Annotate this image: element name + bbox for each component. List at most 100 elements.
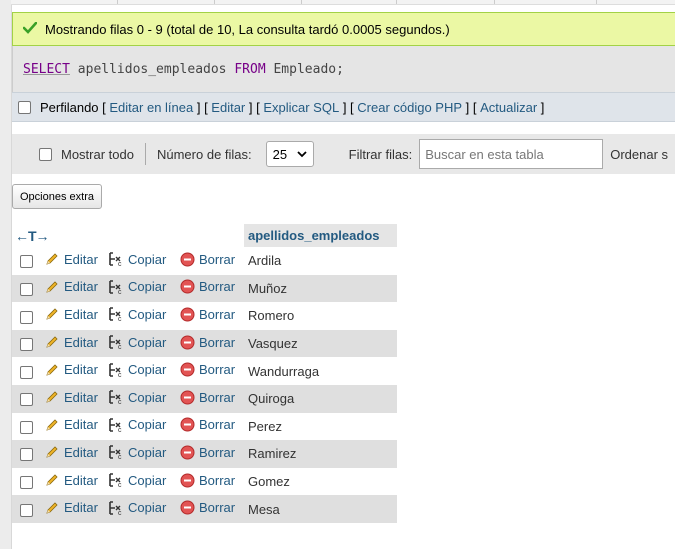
row-checkbox[interactable] (19, 310, 33, 324)
row-checkbox[interactable] (19, 476, 33, 490)
edit-cell: Editar (44, 384, 108, 413)
edit-action[interactable]: Editar (44, 306, 98, 322)
bottom-actions (12, 538, 675, 549)
edit-action[interactable]: Editar (44, 251, 98, 267)
profiling-checkbox[interactable] (18, 100, 31, 114)
cell-apellidos[interactable]: Gomez (244, 467, 397, 496)
edit-action[interactable]: Editar (44, 500, 98, 516)
success-message: Mostrando filas 0 - 9 (total de 10, La c… (12, 12, 675, 46)
edit-action[interactable]: Editar (44, 472, 98, 488)
row-checkbox[interactable] (19, 365, 33, 379)
copy-action[interactable]: c Copiar (108, 389, 166, 405)
delete-action[interactable]: Borrar (180, 307, 235, 322)
cell-apellidos[interactable]: Ardila (244, 247, 397, 275)
copy-action[interactable]: c Copiar (108, 500, 166, 516)
delete-cell: Borrar (180, 357, 244, 385)
cell-apellidos[interactable]: Wandurraga (244, 357, 397, 385)
edit-action[interactable]: Editar (44, 334, 98, 350)
copy-action[interactable]: c Copiar (108, 444, 166, 460)
row-select-cell (12, 495, 44, 523)
create-php-link[interactable]: Crear código PHP (357, 100, 462, 115)
edit-cell: Editar (44, 412, 108, 441)
row-checkbox[interactable] (19, 338, 33, 352)
copy-action[interactable]: c Copiar (108, 306, 166, 322)
copy-action[interactable]: c Copiar (108, 472, 166, 488)
copy-cell: c Copiar (108, 247, 180, 275)
copy-action[interactable]: c Copiar (108, 334, 166, 350)
extra-options-button[interactable]: Opciones extra (12, 184, 102, 209)
delete-action[interactable]: Borrar (180, 390, 235, 405)
edit-label: Editar (64, 362, 98, 378)
edit-action[interactable]: Editar (44, 417, 98, 433)
delete-action[interactable]: Borrar (180, 417, 235, 432)
copy-action[interactable]: c Copiar (108, 279, 166, 295)
edit-link[interactable]: Editar (211, 100, 245, 115)
cell-apellidos[interactable]: Vasquez (244, 329, 397, 358)
chevron-down-icon (297, 150, 307, 157)
pencil-icon (46, 502, 58, 514)
svg-text:c: c (118, 261, 122, 267)
delete-cell: Borrar (180, 384, 244, 413)
row-checkbox[interactable] (19, 503, 33, 517)
check-icon (22, 21, 41, 37)
edit-action[interactable]: Editar (44, 279, 98, 295)
edit-label: Editar (64, 251, 98, 267)
copy-label: Copiar (128, 251, 167, 267)
inline-edit-link[interactable]: Editar en línea (109, 100, 193, 115)
delete-action[interactable]: Borrar (180, 445, 235, 460)
edit-label: Editar (64, 306, 98, 322)
sql-keyword-from: FROM (234, 61, 266, 77)
edit-action[interactable]: Editar (44, 362, 98, 378)
table-row: Editar c Copiar Borrar Wandurraga (12, 357, 397, 385)
column-arrows-cell: ←T→ (12, 224, 244, 247)
delete-action[interactable]: Borrar (180, 473, 235, 488)
cell-apellidos[interactable]: Quiroga (244, 384, 397, 413)
refresh-link[interactable]: Actualizar (480, 100, 537, 115)
filter-search-input[interactable]: Buscar en esta tabla (419, 139, 604, 169)
delete-action[interactable]: Borrar (180, 335, 235, 350)
cell-apellidos[interactable]: Romero (244, 302, 397, 330)
copy-action[interactable]: c Copiar (108, 362, 166, 378)
explain-sql-link[interactable]: Explicar SQL (263, 100, 339, 115)
column-header-apellidos[interactable]: apellidos_empleados (244, 224, 397, 247)
delete-cell: Borrar (180, 247, 244, 275)
copy-action[interactable]: c Copiar (108, 417, 166, 433)
delete-cell: Borrar (180, 274, 244, 303)
row-checkbox[interactable] (19, 393, 33, 407)
delete-action[interactable]: Borrar (180, 362, 235, 377)
delete-label: Borrar (199, 306, 236, 322)
edit-label: Editar (64, 500, 98, 516)
edit-action[interactable]: Editar (44, 389, 98, 405)
show-all-label[interactable]: Mostrar todo (61, 147, 134, 162)
copy-cell: c Copiar (108, 384, 180, 413)
delete-icon (180, 390, 195, 405)
rows-select[interactable]: 25 (265, 141, 314, 167)
edit-cell: Editar (44, 467, 108, 496)
row-checkbox[interactable] (19, 420, 33, 434)
row-checkbox[interactable] (19, 448, 33, 462)
delete-icon (180, 417, 195, 432)
edit-action[interactable]: Editar (44, 444, 98, 460)
row-select-cell (12, 412, 44, 441)
copy-label: Copiar (128, 334, 167, 350)
column-arrows-icon[interactable]: ←T→ (12, 228, 50, 244)
show-all-checkbox[interactable] (39, 147, 52, 161)
cell-apellidos[interactable]: Mesa (244, 495, 397, 523)
cell-apellidos[interactable]: Ramirez (244, 440, 397, 468)
row-checkbox[interactable] (19, 255, 33, 269)
delete-action[interactable]: Borrar (180, 500, 235, 515)
copy-label: Copiar (128, 279, 167, 295)
cell-apellidos[interactable]: Muñoz (244, 274, 397, 303)
delete-action[interactable]: Borrar (180, 279, 235, 294)
delete-icon (180, 500, 195, 515)
row-checkbox[interactable] (19, 282, 33, 296)
sql-column: apellidos_empleados (69, 61, 235, 77)
copy-action[interactable]: c Copiar (108, 251, 166, 267)
delete-action[interactable]: Borrar (180, 252, 235, 267)
svg-text:c: c (118, 316, 122, 322)
cell-apellidos[interactable]: Perez (244, 412, 397, 441)
pencil-icon (46, 281, 58, 293)
copy-cell: c Copiar (108, 440, 180, 468)
sql-keyword-select[interactable]: SELECT (23, 62, 70, 77)
delete-label: Borrar (199, 362, 236, 378)
